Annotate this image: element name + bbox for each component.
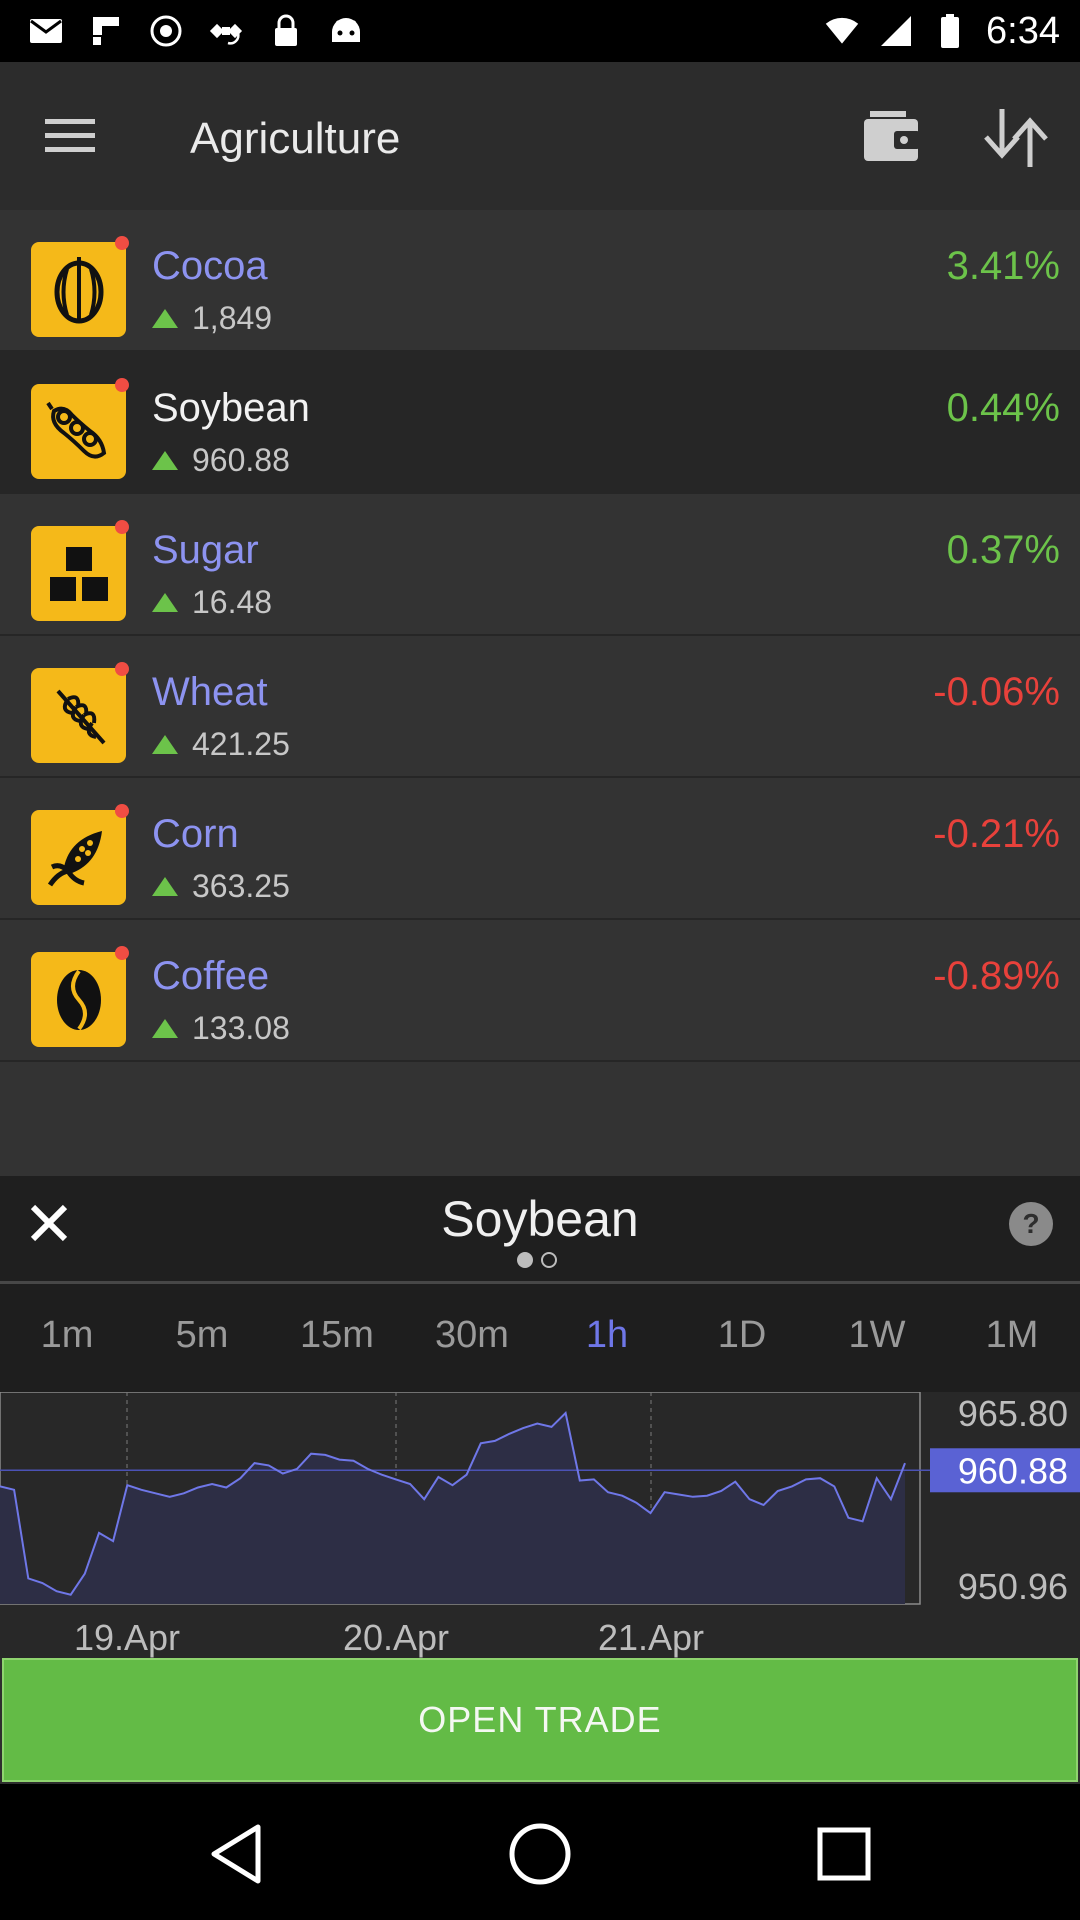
instrument-price: 960.88 xyxy=(192,442,290,478)
instrument-price: 363.25 xyxy=(192,868,290,904)
up-triangle-icon xyxy=(152,593,178,612)
android-icon xyxy=(328,13,364,49)
timeframe-tabs: 1m 5m 15m 30m 1h 1D 1W 1M xyxy=(0,1284,1080,1392)
instrument-price: 1,849 xyxy=(192,300,273,336)
price-block: 1,849 xyxy=(152,300,272,337)
y-axis-label: 950.96 xyxy=(958,1566,1068,1607)
list-item-coffee[interactable]: Coffee 133.08 -0.89% xyxy=(0,920,1080,1062)
instrument-name: Sugar xyxy=(152,528,259,572)
x-axis-labels: 19.Apr 20.Apr 21.Apr xyxy=(74,1617,704,1658)
page-title: Agriculture xyxy=(190,114,401,163)
price-block: 133.08 xyxy=(152,1010,290,1047)
wheat-icon xyxy=(31,668,126,763)
tab-15m[interactable]: 15m xyxy=(270,1314,404,1357)
tab-1h[interactable]: 1h xyxy=(540,1314,674,1357)
notification-dot xyxy=(115,946,129,960)
signal-icon xyxy=(878,13,914,49)
instrument-list: Cocoa 1,849 3.41% Soybean 960.88 0.44% S… xyxy=(0,210,1080,1176)
list-item-corn[interactable]: Corn 363.25 -0.21% xyxy=(0,778,1080,920)
up-triangle-icon xyxy=(152,877,178,896)
tab-1w[interactable]: 1W xyxy=(810,1314,944,1357)
tab-1d[interactable]: 1D xyxy=(675,1314,809,1357)
price-chart-svg: 965.80 960.88 950.96 19.Apr 20.Apr 21.Apr xyxy=(0,1392,1080,1658)
instrument-price: 16.48 xyxy=(192,584,273,620)
x-axis-label: 19.Apr xyxy=(74,1617,180,1658)
page-indicator xyxy=(517,1252,557,1268)
tab-5m[interactable]: 5m xyxy=(135,1314,269,1357)
change-percent: -0.06% xyxy=(933,670,1060,714)
list-item-sugar[interactable]: Sugar 16.48 0.37% xyxy=(0,494,1080,636)
notification-dot xyxy=(115,662,129,676)
sugar-cubes-icon xyxy=(31,526,126,621)
wallet-icon[interactable] xyxy=(858,102,924,168)
sort-arrows-icon[interactable] xyxy=(980,102,1052,174)
navigation-bar xyxy=(0,1784,1080,1920)
app-bar: Agriculture xyxy=(0,62,1080,210)
series-area xyxy=(0,1413,905,1604)
price-block: 16.48 xyxy=(152,584,272,621)
instrument-name: Cocoa xyxy=(152,244,268,288)
up-triangle-icon xyxy=(152,451,178,470)
page-dot-active xyxy=(517,1252,533,1268)
change-percent: -0.89% xyxy=(933,954,1060,998)
instrument-price: 421.25 xyxy=(192,726,290,762)
list-item-soybean[interactable]: Soybean 960.88 0.44% xyxy=(0,352,1080,494)
change-percent: 3.41% xyxy=(946,244,1060,288)
price-chart[interactable]: 965.80 960.88 950.96 19.Apr 20.Apr 21.Apr xyxy=(0,1392,1080,1658)
mail-icon xyxy=(28,13,64,49)
price-block: 960.88 xyxy=(152,442,290,479)
sync-icon xyxy=(148,13,184,49)
instrument-name: Coffee xyxy=(152,954,270,998)
help-icon[interactable]: ? xyxy=(1009,1202,1053,1246)
clock: 6:34 xyxy=(986,9,1060,52)
back-icon[interactable] xyxy=(196,1814,276,1894)
battery-icon xyxy=(932,13,968,49)
x-axis-label: 20.Apr xyxy=(343,1617,449,1658)
up-triangle-icon xyxy=(152,309,178,328)
y-axis-label: 960.88 xyxy=(958,1450,1068,1491)
list-item-cocoa[interactable]: Cocoa 1,849 3.41% xyxy=(0,210,1080,352)
corn-icon xyxy=(31,810,126,905)
instrument-name: Soybean xyxy=(152,386,310,430)
instrument-name: Wheat xyxy=(152,670,268,714)
up-triangle-icon xyxy=(152,1019,178,1038)
change-percent: 0.37% xyxy=(946,528,1060,572)
open-trade-button[interactable]: OPEN TRADE xyxy=(2,1658,1078,1782)
lock-icon xyxy=(268,13,304,49)
home-icon[interactable] xyxy=(500,1814,580,1894)
soybean-pod-icon xyxy=(31,384,126,479)
notification-dot xyxy=(115,236,129,250)
wifi-icon xyxy=(824,13,860,49)
panel-header: Soybean ? xyxy=(0,1176,1080,1284)
page-dot-inactive xyxy=(541,1252,557,1268)
tab-1m-month[interactable]: 1M xyxy=(945,1314,1079,1357)
x-axis-label: 21.Apr xyxy=(598,1617,704,1658)
up-triangle-icon xyxy=(152,735,178,754)
price-block: 421.25 xyxy=(152,726,290,763)
tab-1m[interactable]: 1m xyxy=(0,1314,134,1357)
change-percent: 0.44% xyxy=(946,386,1060,430)
cocoa-pod-icon xyxy=(31,242,126,337)
y-axis-label: 965.80 xyxy=(958,1393,1068,1434)
hamburger-menu-icon[interactable] xyxy=(40,106,100,166)
satellite-icon xyxy=(208,13,244,49)
instrument-name: Corn xyxy=(152,812,239,856)
list-item-wheat[interactable]: Wheat 421.25 -0.06% xyxy=(0,636,1080,778)
coffee-bean-icon xyxy=(31,952,126,1047)
price-block: 363.25 xyxy=(152,868,290,905)
change-percent: -0.21% xyxy=(933,812,1060,856)
status-bar: 6:34 xyxy=(0,0,1080,62)
instrument-price: 133.08 xyxy=(192,1010,290,1046)
recents-icon[interactable] xyxy=(804,1814,884,1894)
tab-30m[interactable]: 30m xyxy=(405,1314,539,1357)
notification-icons xyxy=(28,13,364,49)
notification-dot xyxy=(115,520,129,534)
system-status: 6:34 xyxy=(824,10,1060,53)
flipboard-icon xyxy=(88,13,124,49)
y-axis-labels: 965.80 960.88 950.96 xyxy=(930,1393,1080,1607)
notification-dot xyxy=(115,378,129,392)
notification-dot xyxy=(115,804,129,818)
panel-title: Soybean xyxy=(441,1191,639,1247)
